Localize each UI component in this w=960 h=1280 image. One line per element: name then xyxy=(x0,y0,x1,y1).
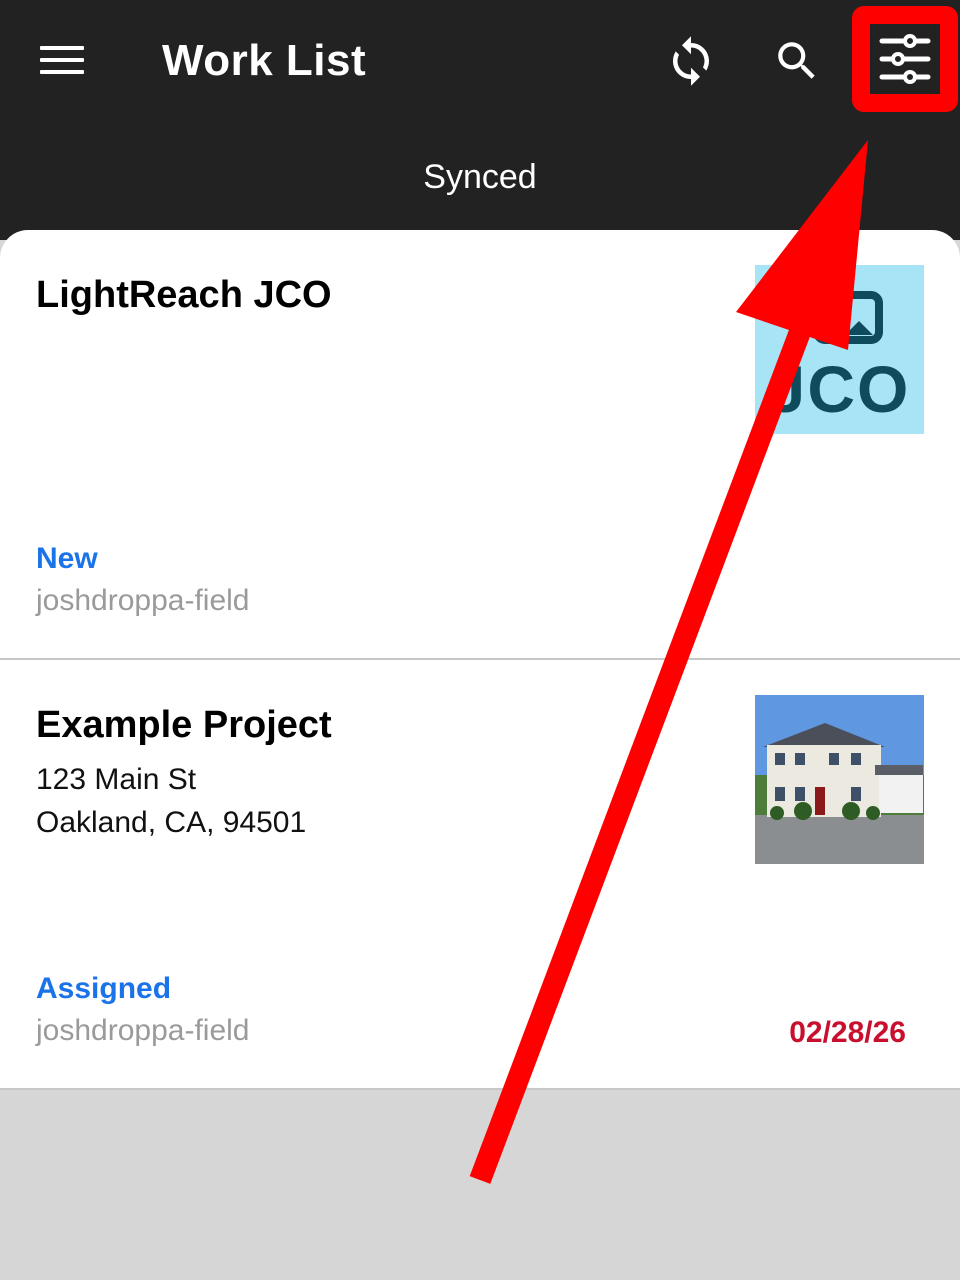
assignee-label: joshdroppa-field xyxy=(36,584,250,617)
house-photo-thumbnail xyxy=(755,695,924,864)
work-item-thumbnail: JCO xyxy=(755,265,924,434)
status-badge: New xyxy=(36,542,98,575)
menu-icon[interactable] xyxy=(40,42,86,78)
work-item-card[interactable]: Example Project 123 Main St Oakland, CA,… xyxy=(0,660,960,1090)
search-icon[interactable] xyxy=(772,36,822,86)
sync-icon[interactable] xyxy=(664,34,718,88)
work-item-card[interactable]: LightReach JCO JCO New joshdroppa-field xyxy=(0,230,960,660)
work-item-address: 123 Main St Oakland, CA, 94501 xyxy=(36,758,306,844)
work-item-title: LightReach JCO xyxy=(36,274,332,316)
due-date: 02/28/26 xyxy=(789,1016,906,1049)
assignee-label: joshdroppa-field xyxy=(36,1014,250,1047)
status-badge: Assigned xyxy=(36,972,172,1005)
work-list: LightReach JCO JCO New joshdroppa-field … xyxy=(0,230,960,1090)
filter-icon[interactable] xyxy=(870,24,940,94)
thumbnail-label: JCO xyxy=(768,352,911,426)
app-bar: Work List Synced xyxy=(0,0,960,240)
address-line-2: Oakland, CA, 94501 xyxy=(36,806,307,839)
address-line-1: 123 Main St xyxy=(36,763,197,796)
work-item-title: Example Project xyxy=(36,704,332,746)
sync-status: Synced xyxy=(423,158,537,196)
page-title: Work List xyxy=(162,36,367,85)
